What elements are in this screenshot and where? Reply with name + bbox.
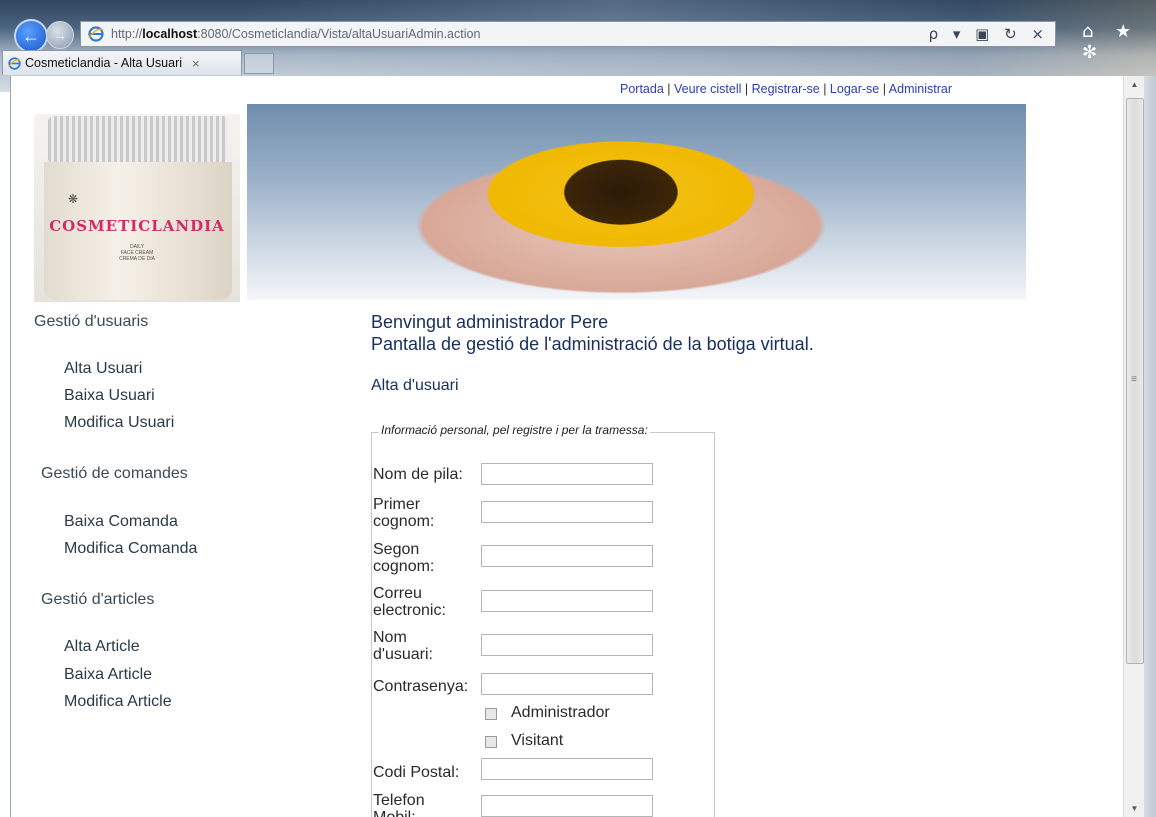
ie-logo-icon (87, 25, 105, 43)
jar-lid (48, 116, 228, 164)
page-viewport: Portada | Veure cistell | Registrar-se |… (10, 76, 1124, 817)
cognom2-label: Segon cognom: (373, 541, 434, 575)
sidebar-link-modifica-usuari[interactable]: Modifica Usuari (64, 414, 174, 432)
contrasenya-label: Contrasenya: (373, 678, 469, 695)
label-line: Primer (373, 496, 421, 513)
address-tools-icons[interactable]: ρ ▾ ▣ ↻ × (929, 25, 1049, 43)
welcome-heading: Benvingut administrador Pere (371, 312, 609, 332)
separator: | (744, 82, 749, 96)
cognom1-field[interactable] (481, 501, 653, 523)
home-favorites-settings-icons[interactable]: ⌂ ★ ✻ (1082, 21, 1156, 63)
site-logo-image: ❋ COSMETICLANDIA DAILY FACE CREAM CREMA … (34, 114, 240, 302)
seal-icon: ❋ (68, 192, 79, 206)
scroll-thumb[interactable]: ≡ (1126, 98, 1144, 664)
correu-label: Correu electronic: (373, 585, 446, 619)
url-prefix: http:// (111, 27, 143, 41)
logo-line: CREMA DE DIA (119, 256, 155, 262)
welcome-subtitle: Pantalla de gestió de l'administració de… (371, 334, 814, 354)
sidebar-link-baixa-comanda[interactable]: Baixa Comanda (64, 513, 178, 531)
back-arrow-icon: ← (22, 25, 40, 46)
tab-close-icon[interactable]: × (192, 56, 200, 71)
tab-title: Cosmeticlandia - Alta Usuari (25, 56, 183, 70)
codi-postal-label: Codi Postal: (373, 764, 460, 781)
forward-arrow-icon: → (53, 27, 67, 43)
administrador-checkbox[interactable] (485, 708, 497, 720)
top-navigation: Portada | Veure cistell | Registrar-se |… (620, 82, 952, 96)
sidebar-link-alta-article[interactable]: Alta Article (64, 638, 140, 656)
sidebar-heading-users: Gestió d'usuaris (34, 313, 149, 330)
username-field[interactable] (481, 634, 653, 656)
tab-ie-icon (7, 56, 21, 70)
scroll-down-arrow-icon[interactable]: ▼ (1124, 800, 1145, 817)
url-text[interactable]: http://localhost:8080/Cosmeticlandia/Vis… (111, 27, 480, 41)
back-button[interactable]: ← (14, 19, 48, 53)
logo-brand-text: COSMETICLANDIA (49, 217, 225, 235)
label-line: cognom: (373, 513, 435, 530)
sidebar-link-baixa-usuari[interactable]: Baixa Usuari (64, 387, 155, 405)
fieldset-legend: Informació personal, pel registre i per … (379, 423, 650, 437)
email-field[interactable] (481, 590, 653, 612)
separator: | (823, 82, 827, 96)
section-title: Alta d'usuari (371, 377, 459, 394)
url-host: localhost (142, 27, 198, 41)
link-logar[interactable]: Logar-se (830, 82, 879, 96)
password-field[interactable] (481, 673, 653, 695)
vertical-scrollbar[interactable]: ▲ ≡ ▼ (1123, 76, 1145, 817)
link-registrar[interactable]: Registrar-se (752, 82, 820, 96)
label-line: Segon (373, 541, 420, 558)
label-line: Mobil: (373, 809, 416, 817)
label-line: Telefon (373, 792, 425, 809)
browser-tab[interactable]: Cosmeticlandia - Alta Usuari × (2, 50, 242, 75)
cognom1-label: Primer cognom: (373, 496, 434, 530)
nom-label: Nom de pila: (373, 466, 463, 483)
administrador-label: Administrador (511, 704, 610, 721)
scroll-up-arrow-icon[interactable]: ▲ (1124, 76, 1145, 93)
label-line: Nom (373, 629, 407, 646)
label-line: Correu (373, 585, 422, 602)
visitant-label: Visitant (511, 732, 564, 749)
postal-code-field[interactable] (481, 758, 653, 780)
link-veure-cistell[interactable]: Veure cistell (674, 82, 741, 96)
label-line: electronic: (373, 602, 446, 619)
sidebar-link-baixa-article[interactable]: Baixa Article (64, 666, 152, 684)
phone-field[interactable] (481, 795, 653, 817)
usuari-label: Nom d'usuari: (373, 629, 433, 663)
separator: | (667, 82, 671, 96)
window-frame-edge (1144, 76, 1156, 817)
logo-small-text: DAILY FACE CREAM CREMA DE DIA (34, 244, 240, 262)
url-path: :8080/Cosmeticlandia/Vista/altaUsuariAdm… (197, 27, 481, 41)
sidebar-link-modifica-comanda[interactable]: Modifica Comanda (64, 540, 197, 558)
address-bar[interactable]: http://localhost:8080/Cosmeticlandia/Vis… (80, 21, 1056, 47)
sidebar-heading-articles: Gestió d'articles (41, 591, 155, 608)
link-administrar[interactable]: Administrar (889, 82, 952, 96)
sidebar-link-alta-usuari[interactable]: Alta Usuari (64, 360, 142, 378)
visitant-checkbox[interactable] (485, 736, 497, 748)
separator: | (882, 82, 886, 96)
telefon-label: TelefonMobil: (373, 792, 425, 817)
label-line: d'usuari: (373, 646, 433, 663)
banner-image-sunflower-hands (247, 104, 1026, 300)
new-tab-button[interactable] (244, 53, 274, 74)
sidebar-heading-orders: Gestió de comandes (41, 465, 188, 482)
scroll-grip-icon: ≡ (1131, 374, 1137, 385)
link-portada[interactable]: Portada (620, 82, 664, 96)
nom-field[interactable] (481, 463, 653, 485)
forward-button[interactable]: → (46, 21, 74, 49)
cognom2-field[interactable] (481, 545, 653, 567)
sidebar-link-modifica-article[interactable]: Modifica Article (64, 693, 172, 711)
label-line: cognom: (373, 558, 435, 575)
